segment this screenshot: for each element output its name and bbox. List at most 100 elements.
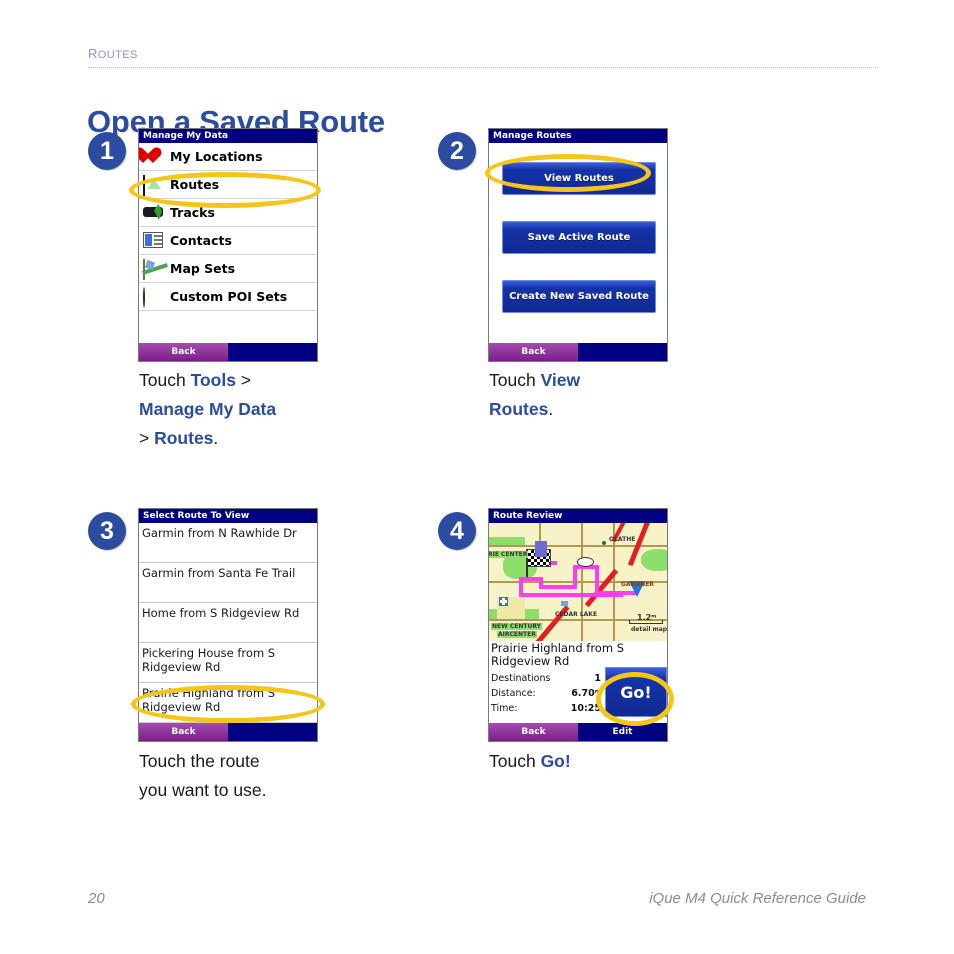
route-list-item[interactable]: Home from S Ridgeview Rd (139, 603, 317, 643)
caption-bold: View (540, 370, 581, 390)
stat-key: Distance: (491, 688, 536, 699)
device-screen-select-route: Select Route To View Garmin from N Rawhi… (138, 508, 318, 742)
caption-text: Touch (139, 370, 191, 390)
stat-value: 1 (594, 673, 601, 684)
bottom-bar: Back (139, 723, 317, 741)
map-label-gardner: GARDNER (621, 581, 654, 588)
map-scale-label: 1.2ᵐ (637, 613, 657, 622)
contacts-icon (143, 231, 164, 250)
screen-title: Manage Routes (489, 129, 667, 143)
map-sets-icon (143, 259, 164, 280)
caption-step-1: Touch Tools > Manage My Data > Routes. (139, 366, 429, 453)
route-stats: Destinations 1 Distance: 6.70ᵐ Time: 10:… (491, 671, 601, 716)
screen-title: Route Review (489, 509, 667, 523)
custom-poi-icon (143, 287, 164, 308)
route-list: Garmin from N Rawhide Dr Garmin from San… (139, 523, 317, 723)
running-head: Routes (88, 42, 878, 68)
stat-row: Distance: 6.70ᵐ (491, 686, 601, 701)
edit-button[interactable]: Edit (578, 723, 667, 741)
route-list-item-selected[interactable]: Prairie Highland from S Ridgeview Rd (139, 683, 317, 723)
routes-icon (143, 175, 164, 196)
caption-bold: Go! (540, 751, 571, 771)
list-item-routes[interactable]: Routes (139, 171, 317, 199)
map-label-aircenter: AIRCENTER (497, 631, 537, 638)
map-label-prairie-center: RIE CENTER (489, 551, 529, 558)
stat-key: Time: (491, 703, 518, 714)
step-number-badge: 1 (88, 132, 126, 170)
list-item-label: Routes (170, 177, 220, 192)
route-list-item[interactable]: Garmin from Santa Fe Trail (139, 563, 317, 603)
back-button[interactable]: Back (489, 343, 578, 361)
stat-value: 6.70ᵐ (571, 688, 601, 699)
caption-text: . (213, 428, 219, 448)
save-active-route-button[interactable]: Save Active Route (502, 221, 656, 254)
route-review-body: OLATHE RIE CENTER CEDAR LAKE NEW CENTURY… (489, 523, 667, 723)
device-screen-route-review: Route Review OLATHE RIE CENTER CEDAR LAK… (488, 508, 668, 742)
list-item[interactable]: Map Sets (139, 255, 317, 283)
list-item-label: Custom POI Sets (170, 289, 288, 304)
button-panel: View Routes Save Active Route Create New… (489, 143, 667, 343)
map-detail-label: detail map (631, 626, 667, 633)
header-divider (88, 67, 878, 68)
caption-text: Touch the route (139, 751, 260, 771)
bottom-bar-filler (578, 343, 667, 361)
tracks-icon (143, 203, 164, 222)
menu-list: My Locations Routes Tracks Contacts Map … (139, 143, 317, 343)
stat-row: Destinations 1 (491, 671, 601, 686)
list-item-label: Contacts (170, 233, 232, 248)
step-number-badge: 4 (438, 512, 476, 550)
screen-title: Manage My Data (139, 129, 317, 143)
caption-bold: Manage My Data (139, 399, 277, 419)
create-new-saved-route-button[interactable]: Create New Saved Route (502, 280, 656, 313)
bottom-bar-filler (228, 723, 317, 741)
caption-text: Touch (489, 751, 541, 771)
list-item[interactable]: Contacts (139, 227, 317, 255)
step-number-badge: 3 (88, 512, 126, 550)
screen-title: Select Route To View (139, 509, 317, 523)
list-item-label: Tracks (170, 205, 215, 220)
map-view[interactable]: OLATHE RIE CENTER CEDAR LAKE NEW CENTURY… (489, 523, 667, 641)
caption-text: > (139, 428, 155, 448)
view-routes-button[interactable]: View Routes (502, 162, 656, 195)
route-list-item[interactable]: Garmin from N Rawhide Dr (139, 523, 317, 563)
caption-text: . (548, 399, 554, 419)
stat-value: 10:25 (570, 703, 601, 714)
caption-bold: Routes (489, 399, 549, 419)
caption-bold: Tools (190, 370, 236, 390)
bottom-bar: Back Edit (489, 723, 667, 741)
list-item-label: Map Sets (170, 261, 236, 276)
back-button[interactable]: Back (139, 723, 228, 741)
stat-key: Destinations (491, 673, 551, 684)
device-screen-manage-routes: Manage Routes View Routes Save Active Ro… (488, 128, 668, 362)
bottom-bar: Back (139, 343, 317, 361)
back-button[interactable]: Back (489, 723, 578, 741)
list-item[interactable]: My Locations (139, 143, 317, 171)
footer-page-number: 20 (88, 890, 105, 907)
caption-step-3: Touch the route you want to use. (139, 747, 429, 805)
list-item[interactable]: Custom POI Sets (139, 283, 317, 311)
route-list-item[interactable]: Pickering House from S Ridgeview Rd (139, 643, 317, 683)
page-footer: 20 iQue M4 Quick Reference Guide (88, 890, 866, 907)
map-label-new-century: NEW CENTURY (491, 623, 542, 630)
map-label-cedar-lake: CEDAR LAKE (555, 611, 598, 618)
list-item[interactable]: Tracks (139, 199, 317, 227)
bottom-bar: Back (489, 343, 667, 361)
list-item-label: My Locations (170, 149, 263, 164)
footer-guide-title: iQue M4 Quick Reference Guide (649, 890, 866, 907)
running-head-text: Routes (88, 42, 138, 63)
stat-row: Time: 10:25 (491, 701, 601, 716)
caption-text: you want to use. (139, 780, 267, 800)
device-screen-manage-my-data: Manage My Data My Locations Routes Track… (138, 128, 318, 362)
go-button[interactable]: Go! (605, 667, 667, 717)
caption-text: Touch (489, 370, 541, 390)
caption-step-2: Touch View Routes. (489, 366, 779, 424)
caption-text: > (235, 370, 252, 390)
map-label-olathe: OLATHE (609, 536, 636, 543)
back-button[interactable]: Back (139, 343, 228, 361)
caption-bold: Routes (154, 428, 214, 448)
bottom-bar-filler (228, 343, 317, 361)
caption-step-4: Touch Go! (489, 747, 779, 776)
step-number-badge: 2 (438, 132, 476, 170)
heart-icon (143, 147, 164, 166)
route-name: Prairie Highland from S Ridgeview Rd (491, 641, 624, 668)
